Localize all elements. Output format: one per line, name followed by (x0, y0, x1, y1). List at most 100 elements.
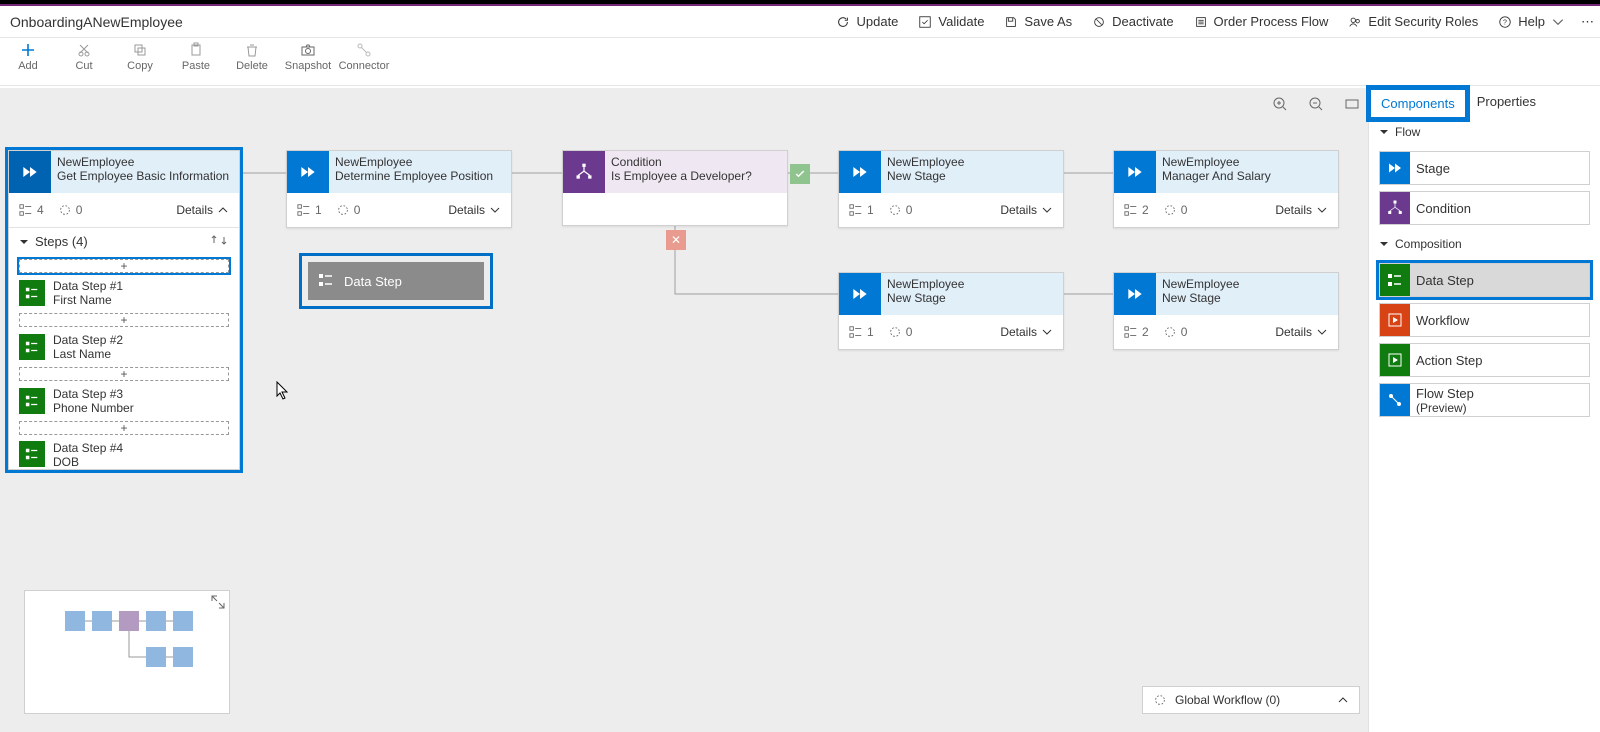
add-step-slot[interactable] (19, 313, 229, 327)
component-stage[interactable]: Stage (1379, 151, 1590, 185)
component-flow-step[interactable]: Flow Step(Preview) (1379, 383, 1590, 417)
side-panel: Components Properties Flow Stage Conditi… (1368, 88, 1600, 732)
details-toggle[interactable]: Details (1275, 325, 1328, 339)
group-flow[interactable]: Flow (1369, 119, 1600, 145)
chevron-down-icon (1551, 15, 1565, 29)
trigger-count: 0 (888, 325, 913, 339)
chevron-up-icon (217, 204, 229, 216)
deactivate-icon (1092, 15, 1106, 29)
add-step-slot[interactable] (19, 259, 229, 273)
minimap-node (173, 647, 193, 667)
cmd-label: Save As (1024, 14, 1072, 29)
step-count: 2 (1124, 203, 1149, 217)
cmd-label: Update (856, 14, 898, 29)
flow-step-icon (1380, 384, 1410, 416)
step-field: DOB (53, 455, 123, 467)
paste-button[interactable]: Paste (168, 42, 224, 72)
condition-false-mark: ✕ (666, 230, 686, 250)
order-button[interactable]: Order Process Flow (1184, 6, 1339, 37)
step-row[interactable]: Data Step #3Phone Number (9, 385, 239, 417)
snapshot-button[interactable]: Snapshot (280, 42, 336, 72)
stage-card[interactable]: NewEmployeeDetermine Employee Position 1… (286, 150, 512, 228)
details-toggle[interactable]: Details (1000, 203, 1053, 217)
deactivate-button[interactable]: Deactivate (1082, 6, 1183, 37)
copy-button[interactable]: Copy (112, 42, 168, 72)
canvas-area[interactable]: NewEmployee Get Employee Basic Informati… (0, 88, 1368, 732)
workflow-icon (1153, 693, 1167, 707)
add-step-slot[interactable] (19, 421, 229, 435)
step-count: 2 (1124, 325, 1149, 339)
tlabel: Add (18, 60, 38, 72)
stage-card-selected[interactable]: NewEmployee Get Employee Basic Informati… (8, 150, 240, 470)
delete-button[interactable]: Delete (224, 42, 280, 72)
steps-panel: Steps (4) Data Step #1First Name Data St… (9, 227, 239, 469)
tab-components[interactable]: Components (1369, 88, 1467, 119)
command-bar: OnboardingANewEmployee Update Validate S… (0, 6, 1600, 38)
condition-name: Is Employee a Developer? (611, 169, 781, 183)
connector-button[interactable]: Connector (336, 42, 392, 72)
global-workflow-label: Global Workflow (0) (1175, 693, 1280, 707)
component-data-step[interactable]: Data Step (1379, 263, 1590, 297)
details-toggle[interactable]: Details (1275, 203, 1328, 217)
component-workflow[interactable]: Workflow (1379, 303, 1590, 337)
details-toggle[interactable]: Details (448, 203, 501, 217)
caret-icon (1379, 239, 1389, 249)
step-field: First Name (53, 293, 123, 307)
zoom-in-button[interactable] (1272, 96, 1288, 112)
add-button[interactable]: Add (0, 42, 56, 72)
trigger-count: 0 (1163, 203, 1188, 217)
stage-card[interactable]: NewEmployeeNew Stage 10Details (838, 272, 1064, 350)
chevron-down-icon (489, 204, 501, 216)
stage-header: NewEmployee Get Employee Basic Informati… (51, 151, 239, 193)
reorder-controls[interactable] (209, 234, 229, 249)
step-count: 1 (849, 325, 874, 339)
trigger-count: 0 (1163, 325, 1188, 339)
help-button[interactable]: ?Help (1488, 6, 1575, 37)
stage-card[interactable]: NewEmployeeNew Stage 10Details (838, 150, 1064, 228)
stage-card[interactable]: NewEmployeeNew Stage 20Details (1113, 272, 1339, 350)
cut-button[interactable]: Cut (56, 42, 112, 72)
add-step-slot[interactable] (19, 367, 229, 381)
stage-name: New Stage (887, 169, 1057, 183)
minimap[interactable] (24, 590, 230, 714)
steps-header[interactable]: Steps (4) (9, 228, 239, 255)
step-row[interactable]: Data Step #1First Name (9, 277, 239, 309)
stage-icon (1380, 152, 1410, 184)
cursor-icon (276, 381, 290, 401)
cmd-label: Order Process Flow (1214, 14, 1329, 29)
details-toggle[interactable]: Details (176, 203, 229, 217)
stage-entity: NewEmployee (887, 277, 1057, 291)
saveas-button[interactable]: Save As (994, 6, 1082, 37)
tab-properties[interactable]: Properties (1467, 88, 1546, 119)
cmd-label: Validate (938, 14, 984, 29)
group-composition[interactable]: Composition (1369, 231, 1600, 257)
stage-entity: NewEmployee (57, 155, 233, 169)
step-title: Data Step #1 (53, 279, 123, 293)
update-button[interactable]: Update (826, 6, 908, 37)
page-title[interactable]: OnboardingANewEmployee (0, 14, 189, 30)
condition-icon (563, 151, 605, 193)
zoom-out-button[interactable] (1308, 96, 1324, 112)
fit-to-screen-button[interactable] (1344, 96, 1360, 112)
component-action-step[interactable]: Action Step (1379, 343, 1590, 377)
minimap-node (119, 611, 139, 631)
stage-card[interactable]: NewEmployeeManager And Salary 20Details (1113, 150, 1339, 228)
action-step-icon (1380, 344, 1410, 376)
cmd-label: Edit Security Roles (1368, 14, 1478, 29)
step-row[interactable]: Data Step #2Last Name (9, 331, 239, 363)
validate-button[interactable]: Validate (908, 6, 994, 37)
step-row[interactable]: Data Step #4DOB (9, 439, 239, 469)
chevron-down-icon (1316, 326, 1328, 338)
tlabel: Copy (127, 60, 153, 72)
global-workflow-bar[interactable]: Global Workflow (0) (1142, 686, 1360, 714)
security-button[interactable]: Edit Security Roles (1338, 6, 1488, 37)
more-button[interactable]: ⋯ (1575, 6, 1600, 37)
details-toggle[interactable]: Details (1000, 325, 1053, 339)
condition-card[interactable]: ConditionIs Employee a Developer? (562, 150, 788, 226)
component-condition[interactable]: Condition (1379, 191, 1590, 225)
data-step-icon (1380, 264, 1410, 296)
camera-icon (300, 42, 316, 58)
save-icon (1004, 15, 1018, 29)
stage-entity: NewEmployee (335, 155, 505, 169)
expand-icon[interactable] (211, 595, 225, 609)
